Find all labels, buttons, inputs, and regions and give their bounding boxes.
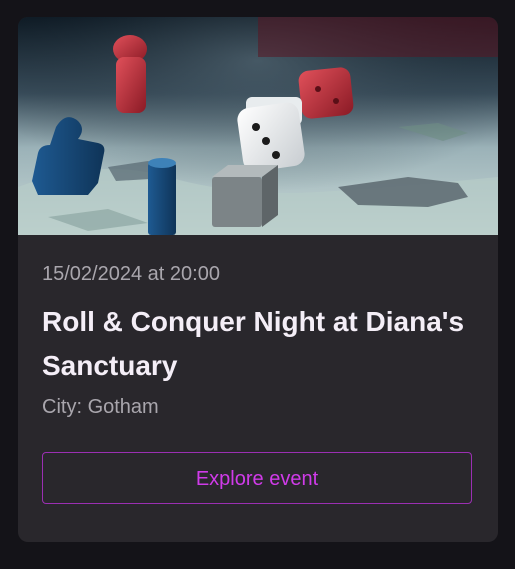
city-label: City: [42, 396, 88, 418]
city-value: Gotham [87, 396, 159, 418]
board-game-photo [18, 17, 498, 235]
event-card: 15/02/2024 at 20:00 Roll & Conquer Night… [18, 17, 498, 542]
event-date: 15/02/2024 at 20:00 [42, 263, 220, 285]
explore-event-button[interactable]: Explore event [42, 452, 472, 504]
event-title: Roll & Conquer Night at Diana's Sanctuar… [42, 306, 465, 381]
event-image [18, 17, 498, 235]
event-city: City: Gotham [42, 396, 159, 419]
